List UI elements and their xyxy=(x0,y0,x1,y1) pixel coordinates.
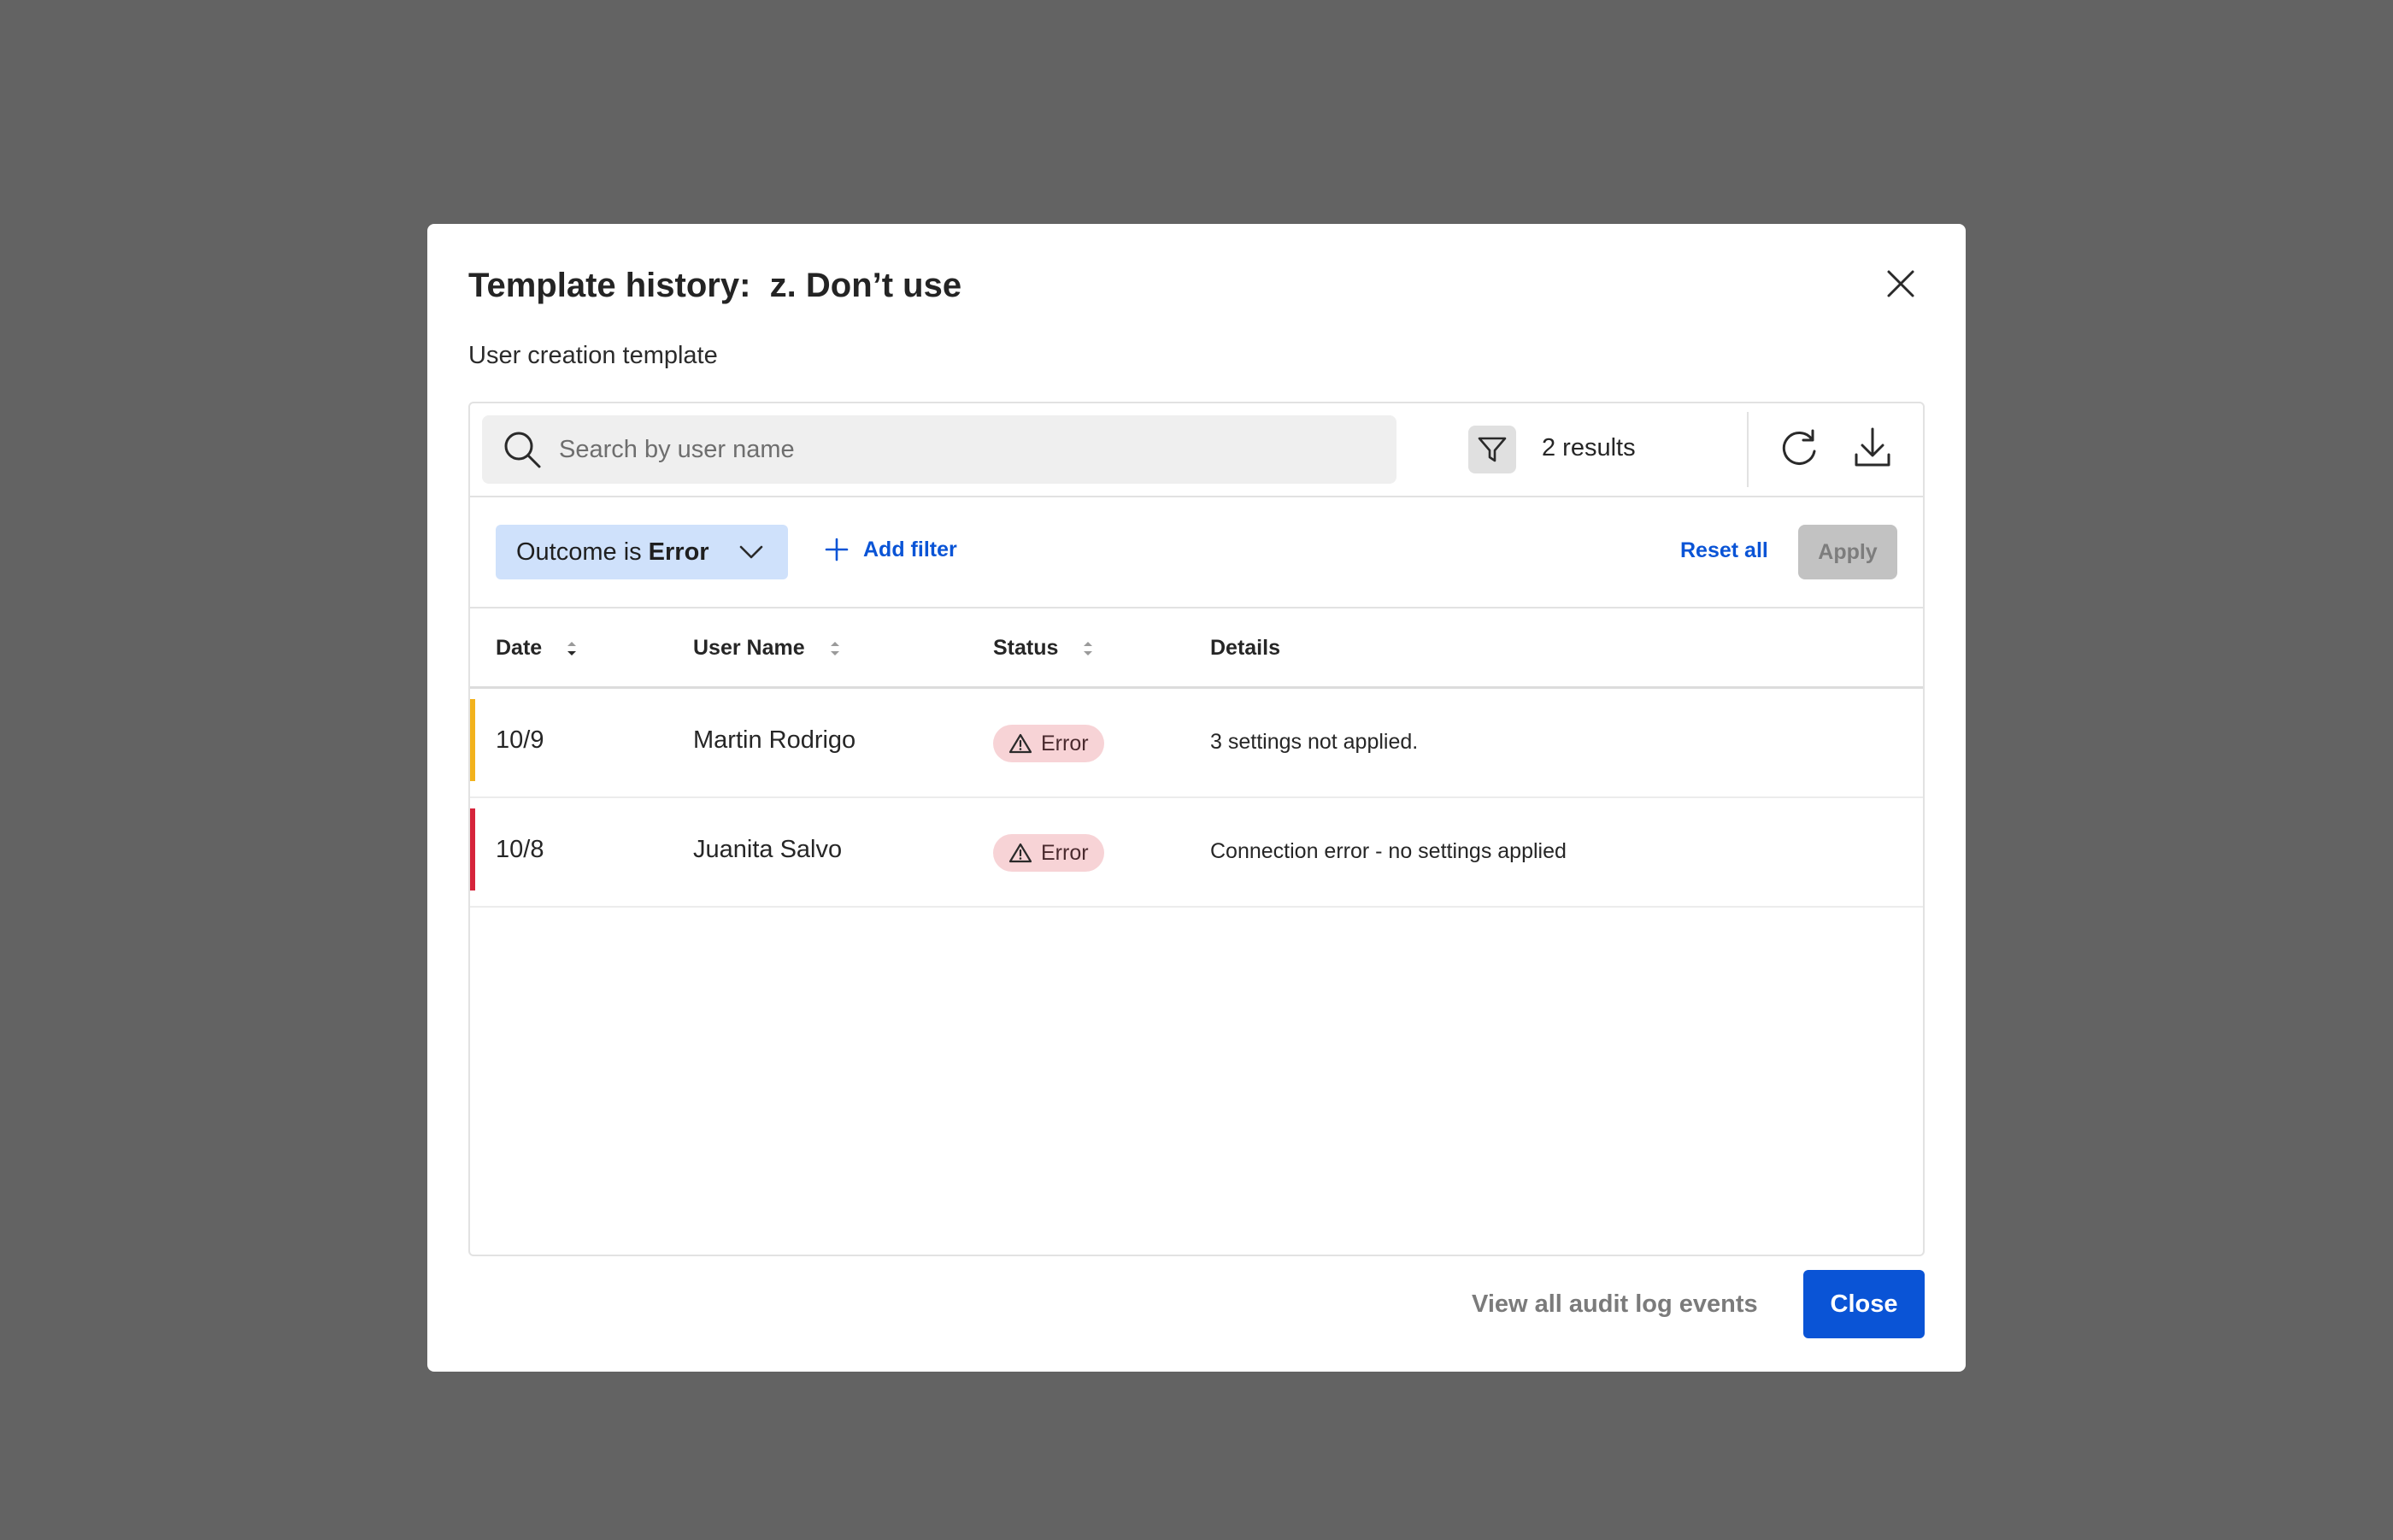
close-icon[interactable] xyxy=(1884,267,1918,301)
table-row[interactable]: 10/9 Martin Rodrigo Error 3 settings not… xyxy=(470,689,1923,798)
apply-button[interactable]: Apply xyxy=(1798,525,1897,579)
close-button[interactable]: Close xyxy=(1803,1270,1925,1338)
column-label: Date xyxy=(496,636,543,660)
row-date: 10/8 xyxy=(496,836,544,863)
add-filter-button[interactable]: Add filter xyxy=(824,537,957,562)
chip-value: Error xyxy=(648,538,709,566)
dialog-subtitle: User creation template xyxy=(468,342,718,369)
status-label: Error xyxy=(1041,731,1089,755)
status-label: Error xyxy=(1041,840,1089,865)
severity-indicator xyxy=(470,808,475,890)
column-label: User Name xyxy=(693,636,805,660)
template-history-dialog: Template history: z. Don’t use User crea… xyxy=(427,224,1966,1372)
chip-prefix: Outcome is xyxy=(516,538,642,566)
filter-icon xyxy=(1478,437,1507,462)
column-label: Status xyxy=(993,636,1059,660)
row-user-name: Martin Rodrigo xyxy=(693,726,856,754)
column-header-date[interactable]: Date xyxy=(496,636,578,661)
table-row[interactable]: 10/8 Juanita Salvo Error Connection erro… xyxy=(470,798,1923,908)
status-badge: Error xyxy=(993,725,1104,762)
sort-icon[interactable] xyxy=(1082,638,1094,659)
outcome-filter-chip[interactable]: Outcome is Error xyxy=(496,525,788,579)
search-input[interactable] xyxy=(559,435,1328,464)
row-user-name: Juanita Salvo xyxy=(693,836,843,863)
search-box[interactable] xyxy=(482,415,1396,484)
sort-icon[interactable] xyxy=(829,638,841,659)
history-panel: 2 results Outcome is Error xyxy=(468,402,1925,1256)
filter-bar: Outcome is Error Add filter Reset all Ap… xyxy=(470,497,1923,608)
view-audit-log-link[interactable]: View all audit log events xyxy=(1472,1290,1758,1319)
sort-desc-icon[interactable] xyxy=(566,638,578,659)
row-date: 10/9 xyxy=(496,726,544,754)
column-label: Details xyxy=(1210,636,1280,660)
severity-indicator xyxy=(470,699,475,781)
status-badge: Error xyxy=(993,834,1104,872)
toolbar-divider xyxy=(1747,412,1749,487)
plus-icon xyxy=(825,538,849,561)
add-filter-label: Add filter xyxy=(863,537,957,561)
download-icon[interactable] xyxy=(1851,426,1894,470)
warning-icon xyxy=(1008,733,1032,754)
column-header-details: Details xyxy=(1210,636,1280,661)
column-header-status[interactable]: Status xyxy=(993,636,1094,661)
results-count: 2 results xyxy=(1542,434,1636,461)
refresh-icon[interactable] xyxy=(1778,427,1820,470)
table-header: Date User Name Status Details xyxy=(470,608,1923,689)
row-details: 3 settings not applied. xyxy=(1210,730,1419,754)
search-icon xyxy=(504,432,541,468)
reset-all-link[interactable]: Reset all xyxy=(1680,538,1768,563)
row-details: Connection error - no settings applied xyxy=(1210,839,1567,863)
warning-icon xyxy=(1008,843,1032,863)
chevron-down-icon xyxy=(739,545,763,559)
filter-button[interactable] xyxy=(1468,426,1516,473)
column-header-user-name[interactable]: User Name xyxy=(693,636,841,661)
toolbar: 2 results xyxy=(470,403,1923,497)
dialog-title: Template history: z. Don’t use xyxy=(468,267,962,304)
